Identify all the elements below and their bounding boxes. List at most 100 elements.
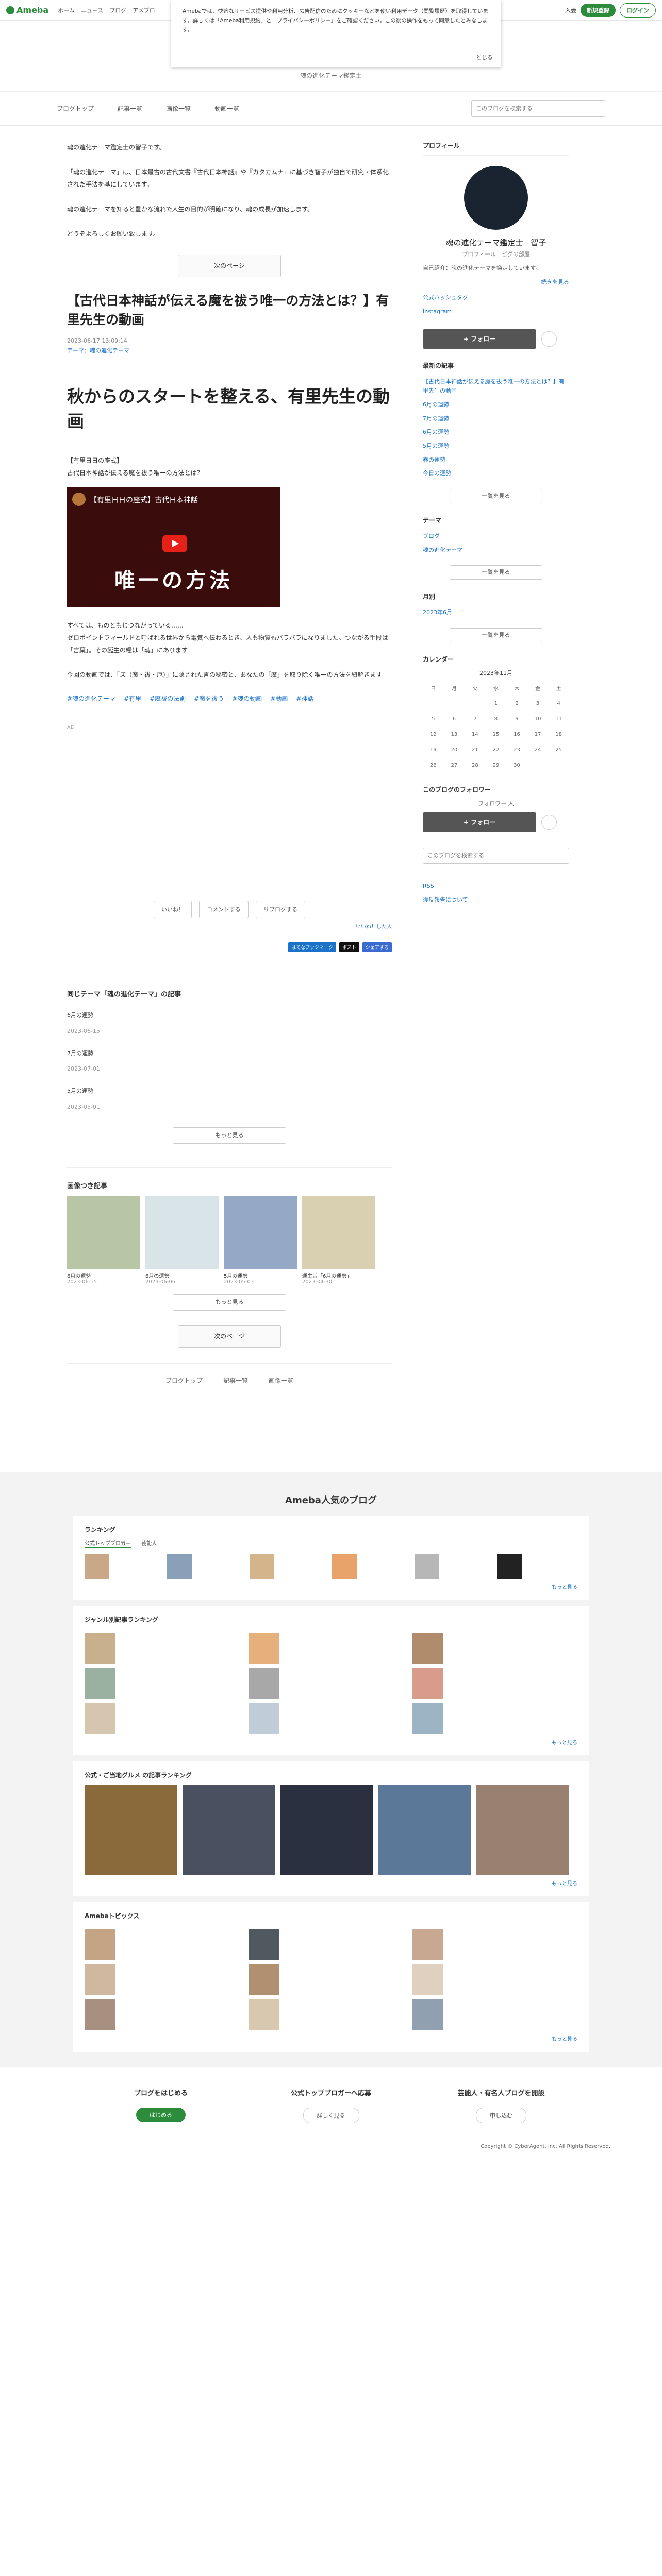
month-item[interactable]: 2023年6月 [423, 609, 452, 616]
ranking-item[interactable] [250, 1554, 326, 1579]
genre-item[interactable] [249, 1668, 403, 1700]
tab-video-list[interactable]: 動画一覧 [214, 104, 239, 113]
official-photo-card[interactable] [476, 1785, 569, 1875]
like-button[interactable]: いいね！ [154, 901, 192, 919]
tab-celebrity[interactable]: 芸能人 [141, 1539, 157, 1548]
official-more-link[interactable]: もっと見る [552, 1881, 577, 1887]
tab-official[interactable]: 公式トップブロガー [85, 1539, 131, 1548]
recent-post[interactable]: 春の運勢 [423, 456, 445, 463]
topic-item[interactable] [249, 1964, 403, 1996]
recent-post[interactable]: 6月の運勢 [423, 429, 449, 435]
recent-post[interactable]: 7月の運勢 [423, 415, 449, 422]
official-photo-card[interactable] [183, 1785, 275, 1875]
hashtag[interactable]: #魂の進化テーマ [67, 693, 115, 705]
genre-more-link[interactable]: もっと見る [552, 1740, 577, 1746]
nav-home[interactable]: ホーム [58, 6, 75, 14]
nav-news[interactable]: ニュース [81, 6, 103, 14]
official-photo-card[interactable] [280, 1785, 373, 1875]
hashtag-link[interactable]: 公式ハッシュタグ [423, 294, 468, 301]
rss-link[interactable]: RSS [423, 883, 434, 889]
follow-button-2[interactable]: + フォロー [423, 812, 536, 833]
related-more-button[interactable]: もっと見る [173, 1127, 286, 1144]
related-item[interactable]: 7月の運勢 2023-07-01 [67, 1043, 392, 1080]
nav-blog[interactable]: ブログ [109, 6, 126, 14]
topic-item[interactable] [249, 1999, 403, 2031]
bottom-tab-top[interactable]: ブログトップ [166, 1376, 203, 1385]
tab-image-list[interactable]: 画像一覧 [166, 104, 191, 113]
topic-item[interactable] [85, 1964, 239, 1996]
reblog-button[interactable]: リブログする [256, 901, 305, 919]
ranking-item[interactable] [85, 1554, 161, 1579]
ranking-item[interactable] [497, 1554, 573, 1579]
profile-name[interactable]: 魂の進化テーマ鑑定士 智子 [423, 237, 569, 248]
topic-item[interactable] [412, 1964, 567, 1996]
topics-more-link[interactable]: もっと見る [552, 2037, 577, 2042]
genre-item[interactable] [412, 1633, 567, 1665]
recent-post[interactable]: 5月の運勢 [423, 443, 449, 449]
follow-button[interactable]: + フォロー [423, 329, 536, 349]
ranking-item[interactable] [167, 1554, 243, 1579]
profile-more-link[interactable]: 続きを見る [541, 279, 569, 285]
genre-item[interactable] [249, 1633, 403, 1665]
tab-blog-top[interactable]: ブログトップ [57, 104, 94, 113]
topic-item[interactable] [412, 1929, 567, 1961]
start-blog-button[interactable]: はじめる [136, 2108, 186, 2123]
register-button[interactable]: 新規登録 [581, 3, 616, 17]
topic-item[interactable] [85, 1999, 239, 2031]
recent-post[interactable]: 6月の運勢 [423, 401, 449, 408]
nav-ameblo[interactable]: アメブロ [133, 6, 155, 14]
more-options-icon[interactable] [541, 815, 557, 831]
notice-close-button[interactable]: とじる [476, 53, 493, 63]
facebook-share-button[interactable]: シェアする [362, 942, 392, 953]
image-entry-card[interactable]: 6月の運勢 2023-06-06 [145, 1196, 219, 1285]
recent-post[interactable]: 【古代日本神話が伝える魔を祓う唯一の方法とは？】有里先生の動画 [423, 378, 565, 395]
images-more-button[interactable]: もっと見る [173, 1294, 286, 1311]
genre-item[interactable] [85, 1633, 239, 1665]
hashtag[interactable]: #魔を祓う [194, 693, 224, 705]
genre-item[interactable] [249, 1703, 403, 1735]
related-item[interactable]: 6月の運勢 2023-06-15 [67, 1005, 392, 1042]
play-icon[interactable] [162, 534, 187, 552]
genre-item[interactable] [85, 1668, 239, 1700]
ranking-item[interactable] [415, 1554, 491, 1579]
hatena-share-button[interactable]: はてなブックマーク [288, 942, 336, 953]
apply-top-blogger-button[interactable]: 詳しく見る [303, 2108, 359, 2124]
x-post-button[interactable]: ポスト [339, 942, 359, 953]
next-page-button[interactable]: 次のページ [178, 255, 281, 278]
profile-links[interactable]: プロフィール ピグの部屋 [423, 250, 569, 258]
recent-post[interactable]: 今日の運勢 [423, 470, 451, 477]
hashtag[interactable]: #神話 [296, 693, 313, 705]
tab-entry-list[interactable]: 記事一覧 [118, 104, 142, 113]
theme-list-button[interactable]: 一覧を見る [450, 565, 542, 580]
more-options-icon[interactable] [541, 331, 557, 347]
login-button[interactable]: ログイン [620, 3, 656, 18]
topic-item[interactable] [249, 1929, 403, 1961]
hashtag[interactable]: #有里 [124, 693, 141, 705]
month-list-button[interactable]: 一覧を見る [450, 628, 542, 643]
ranking-item[interactable] [332, 1554, 408, 1579]
image-entry-card[interactable]: 5月の運勢 2023-05-03 [224, 1196, 297, 1285]
sidebar-search-input[interactable] [423, 848, 569, 865]
next-page-button-bottom[interactable]: 次のページ [178, 1325, 281, 1348]
comment-button[interactable]: コメントする [199, 901, 249, 919]
recent-list-button[interactable]: 一覧を見る [450, 489, 542, 504]
embedded-video[interactable]: 【有里日日の座式】古代日本神話 唯一の方法 [67, 487, 280, 607]
blog-search-input[interactable] [471, 100, 605, 117]
entry-theme[interactable]: テーマ：魂の進化テーマ [67, 346, 392, 354]
profile-avatar[interactable] [464, 166, 528, 230]
image-entry-card[interactable]: 6月の運勢 2023-06-15 [67, 1196, 140, 1285]
genre-item[interactable] [85, 1703, 239, 1735]
celebrity-blog-button[interactable]: 申し込む [476, 2108, 526, 2124]
genre-item[interactable] [412, 1668, 567, 1700]
bottom-tab-entries[interactable]: 記事一覧 [223, 1376, 248, 1385]
bottom-tab-images[interactable]: 画像一覧 [269, 1376, 293, 1385]
ameba-logo[interactable]: Ameba [6, 5, 48, 15]
report-link[interactable]: 違反報告について [423, 896, 468, 903]
topic-item[interactable] [412, 1999, 567, 2031]
entry-title[interactable]: 【古代日本神話が伝える魔を祓う唯一の方法とは？】有里先生の動画 [67, 292, 392, 329]
official-photo-card[interactable] [85, 1785, 177, 1875]
image-entry-card[interactable]: 運主旨「6月の運勢」 2023-04-30 [302, 1196, 375, 1285]
official-photo-card[interactable] [378, 1785, 471, 1875]
hashtag[interactable]: #動画 [270, 693, 288, 705]
ranking-more-link[interactable]: もっと見る [552, 1585, 577, 1590]
